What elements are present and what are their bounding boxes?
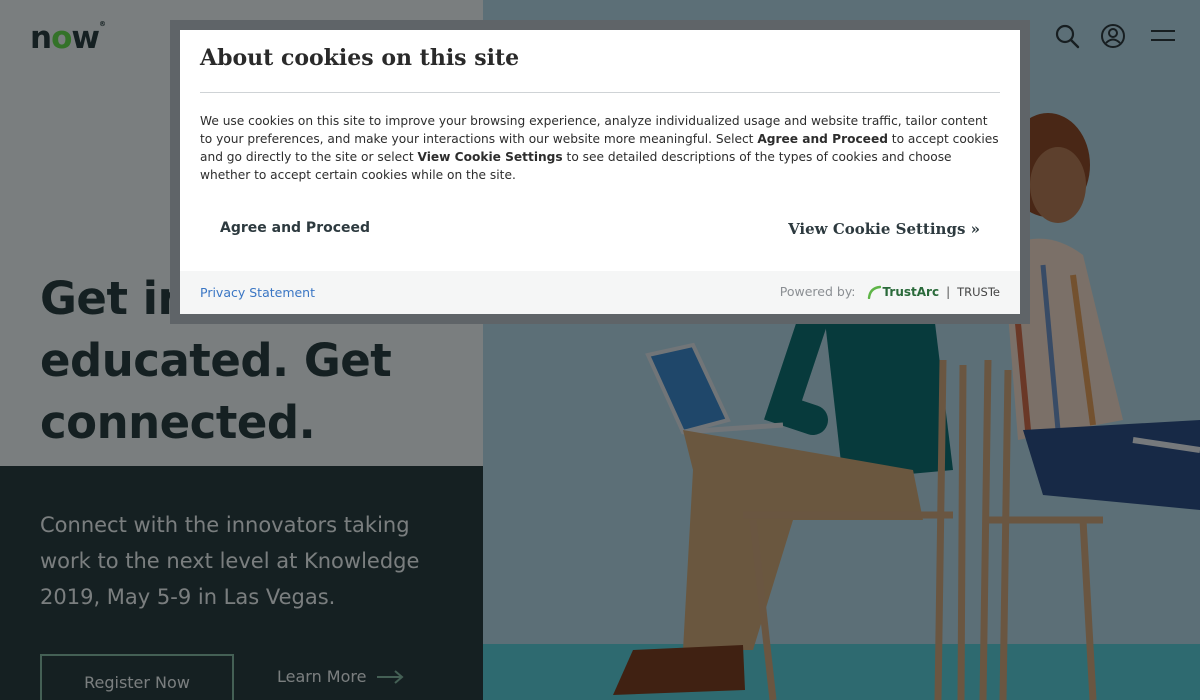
trustarc-swoosh-icon — [867, 285, 881, 299]
body-emphasis-agree: Agree and Proceed — [757, 132, 888, 146]
privacy-statement-link[interactable]: Privacy Statement — [200, 285, 315, 300]
divider — [200, 92, 1000, 93]
cookie-dialog-footer: Privacy Statement Powered by: TrustArc |… — [180, 271, 1020, 314]
view-cookie-settings-button[interactable]: View Cookie Settings » — [788, 220, 980, 238]
cookie-dialog: About cookies on this site We use cookie… — [180, 30, 1020, 314]
powered-by-label: Powered by: — [779, 284, 856, 299]
cookie-dialog-title: About cookies on this site — [200, 45, 520, 71]
cookie-dialog-body: We use cookies on this site to improve y… — [200, 112, 1002, 184]
trustarc-logo[interactable]: TrustArc — [867, 284, 940, 299]
trustarc-label: TrustArc — [882, 284, 940, 299]
agree-and-proceed-button[interactable]: Agree and Proceed — [220, 220, 370, 236]
powered-by: Powered by: TrustArc | TRUSTe — [780, 284, 1000, 299]
body-emphasis-settings: View Cookie Settings — [417, 150, 563, 164]
vertical-divider: | — [946, 284, 951, 299]
truste-label: TRUSTe — [957, 284, 1000, 299]
